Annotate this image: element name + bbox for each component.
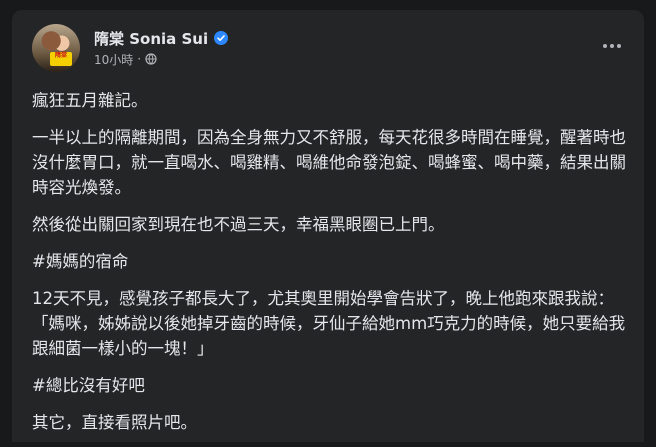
more-dot: [610, 44, 614, 48]
meta-separator: ·: [137, 52, 142, 66]
post-paragraph: 其它，直接看照片吧。: [32, 413, 197, 432]
post-paragraph: 瘋狂五月雜記。: [32, 91, 148, 110]
post-card: 隋棠 隋棠 Sonia Sui 10小時 · 瘋狂五月雜記。 一半以上的隔離期間…: [12, 10, 644, 442]
author-row: 隋棠 Sonia Sui: [94, 27, 229, 49]
hashtag-link[interactable]: #總比沒有好吧: [32, 373, 628, 398]
post-timestamp[interactable]: 10小時: [94, 51, 133, 68]
post-paragraph: 一半以上的隔離期間，因為全身無力又不舒服，每天花很多時間在睡覺，醒著時也沒什麼胃…: [32, 128, 626, 197]
author-avatar[interactable]: 隋棠: [32, 24, 80, 72]
more-dot: [603, 44, 607, 48]
author-name[interactable]: 隋棠 Sonia Sui: [94, 28, 208, 49]
globe-icon[interactable]: [145, 53, 157, 65]
verified-badge-icon: [214, 31, 229, 45]
more-dot: [617, 44, 621, 48]
more-options-icon[interactable]: [600, 34, 624, 58]
avatar-badge: 隋棠: [50, 52, 72, 66]
post-paragraph: 然後從出關回家到現在也不過三天，幸福黑眼圈已上門。: [32, 215, 445, 234]
post-paragraph: 12天不見，感覺孩子都長大了，尤其奧里開始學會告狀了，晚上他跑來跟我說：「媽咪，…: [32, 289, 626, 358]
post-meta: 10小時 ·: [94, 51, 157, 67]
post-body: 瘋狂五月雜記。 一半以上的隔離期間，因為全身無力又不舒服，每天花很多時間在睡覺，…: [32, 88, 628, 447]
hashtag-link[interactable]: #媽媽的宿命: [32, 249, 628, 274]
post-header: 隋棠 隋棠 Sonia Sui 10小時 ·: [12, 10, 644, 72]
